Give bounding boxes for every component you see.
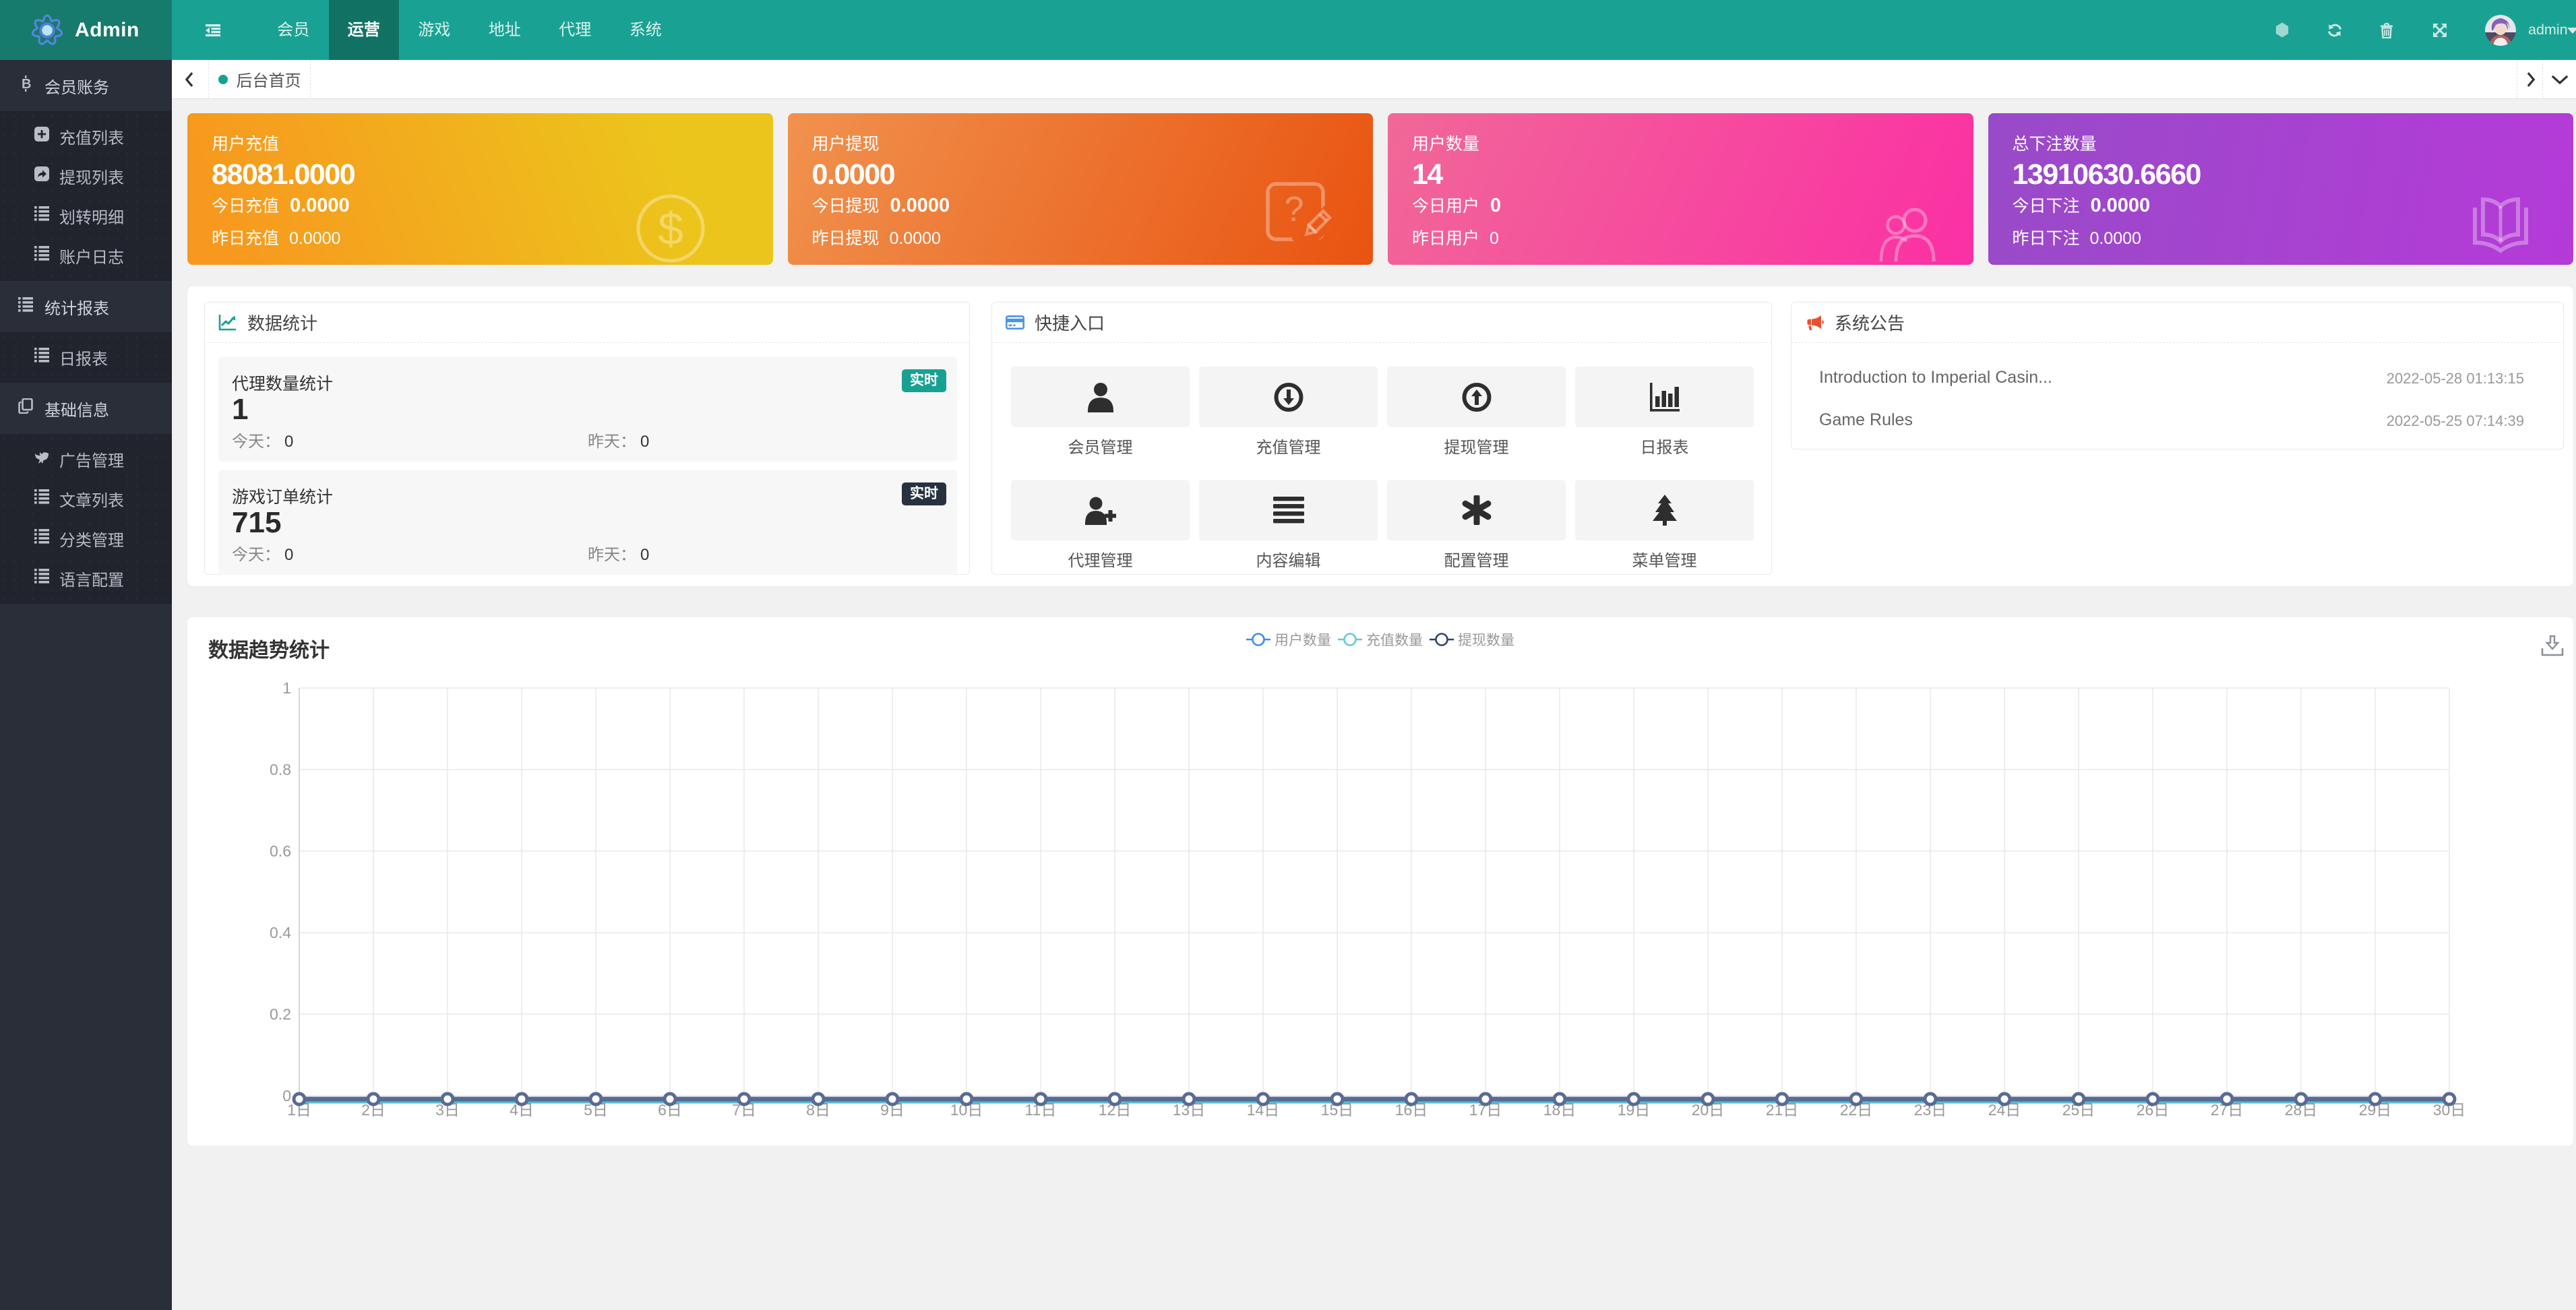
svg-text:0.4: 0.4: [270, 924, 291, 941]
svg-text:?: ?: [1284, 190, 1304, 229]
svg-text:1: 1: [282, 679, 291, 697]
svg-text:0.8: 0.8: [270, 761, 291, 778]
svg-text:0.2: 0.2: [270, 1005, 291, 1023]
svg-text:$: $: [658, 204, 683, 255]
svg-text:0.6: 0.6: [270, 842, 291, 860]
